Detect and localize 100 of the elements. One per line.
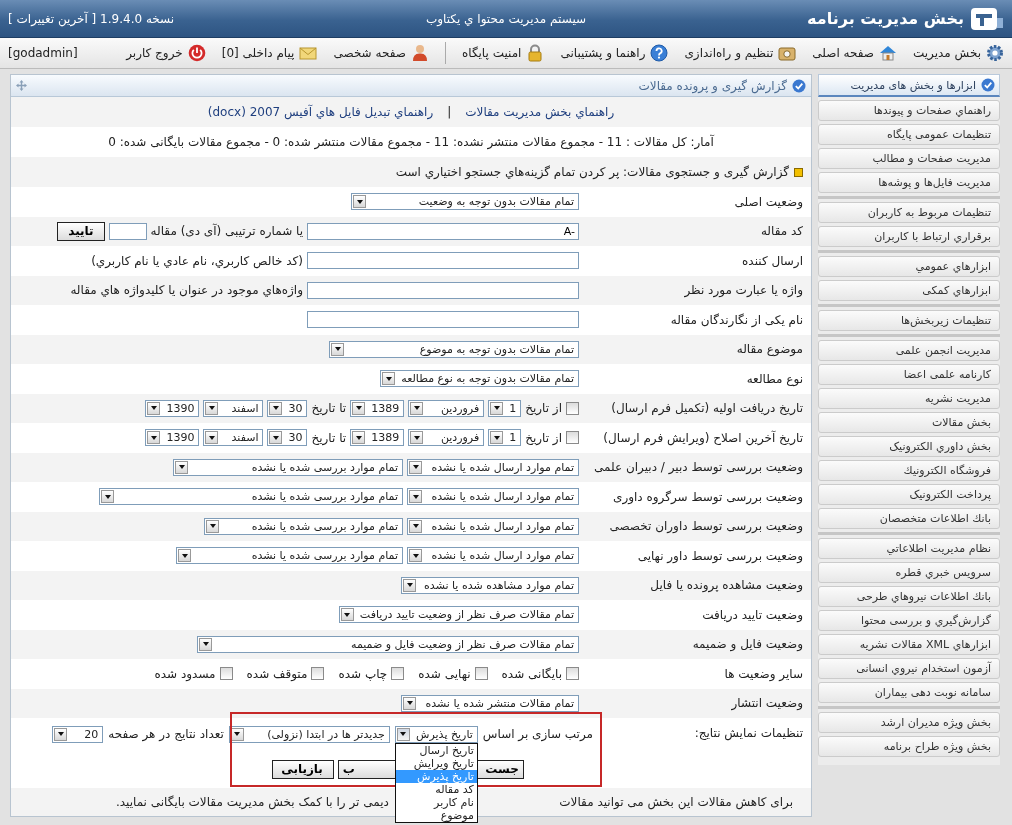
dropdown-option[interactable]: تاریخ ارسال bbox=[395, 743, 477, 757]
dropdown[interactable]: تمام موارد ارسال شده یا نشده bbox=[407, 517, 579, 535]
checkbox[interactable] bbox=[566, 431, 579, 445]
dropdown[interactable]: فروردین bbox=[408, 429, 485, 447]
checkbox[interactable] bbox=[566, 667, 579, 681]
dropdown[interactable]: تمام مقالات بدون توجه به وضعیت bbox=[351, 193, 579, 211]
field-label: تنظیمات نمایش نتایج: bbox=[693, 725, 804, 743]
dropdown[interactable]: 30 bbox=[267, 399, 308, 417]
toolbar-link[interactable]: تنظیم و راه‌اندازی bbox=[684, 44, 797, 62]
checkbox[interactable] bbox=[566, 401, 579, 415]
dropdown[interactable]: تمام مقالات صرف نظر از وضعیت تایید دریافت bbox=[338, 606, 579, 624]
dropdown[interactable]: 1 bbox=[488, 429, 522, 447]
toolbar-link[interactable]: بخش مدیریت bbox=[913, 44, 1004, 62]
text-field[interactable]: A- bbox=[307, 222, 579, 240]
dropdown[interactable]: اسفند bbox=[203, 399, 264, 417]
dropdown[interactable]: فروردین bbox=[408, 399, 485, 417]
sidebar-item[interactable]: تنظیمات زیربخش‌ها bbox=[818, 310, 1000, 331]
dropdown[interactable]: جدیدتر ها در ابتدا (نزولی) bbox=[228, 725, 390, 743]
sidebar-item[interactable]: فروشگاه الکترونیك bbox=[818, 460, 1000, 481]
dropdown[interactable]: تاریخ پذیرش bbox=[394, 725, 478, 743]
form-button[interactable]: بازیابی bbox=[271, 759, 334, 779]
sidebar-item[interactable]: بخش ویژه طراح برنامه bbox=[818, 736, 1000, 757]
dropdown[interactable]: 30 bbox=[267, 429, 308, 447]
dropdown[interactable]: تمام موارد ارسال شده یا نشده bbox=[407, 547, 579, 565]
dropdown[interactable]: تمام موارد مشاهده شده یا نشده bbox=[401, 576, 579, 594]
toolbar-link[interactable]: پیام داخلی [0] bbox=[221, 44, 318, 62]
checkbox[interactable] bbox=[219, 667, 233, 681]
sidebar-item[interactable]: آزمون استخدام نیروي انسانی bbox=[818, 658, 1000, 679]
dropdown[interactable]: 1389 bbox=[350, 429, 405, 447]
move-icon[interactable] bbox=[16, 80, 27, 91]
sidebar-item[interactable]: مدیریت نشریه bbox=[818, 388, 1000, 409]
confirm-button[interactable]: تایید bbox=[57, 221, 105, 241]
text-field[interactable] bbox=[307, 252, 579, 270]
dropdown[interactable]: 1390 bbox=[145, 399, 200, 417]
sidebar-item[interactable]: تنظیمات مربوط به کاربران bbox=[818, 202, 1000, 223]
checkbox[interactable] bbox=[474, 667, 488, 681]
sidebar-item[interactable]: ابزارهاي کمکی bbox=[818, 280, 1000, 301]
toolbar-link[interactable]: امنیت پایگاه bbox=[461, 44, 545, 62]
toolbar-link[interactable]: صفحه اصلی bbox=[812, 44, 897, 62]
checkbox[interactable] bbox=[391, 667, 405, 681]
field-label: وضعیت بررسی توسط داوران تخصصی bbox=[608, 519, 804, 534]
checkbox[interactable] bbox=[311, 667, 325, 681]
field-hint: تعداد نتایج در هر صفحه bbox=[108, 727, 224, 741]
dropdown[interactable]: تمام مقالات بدون توجه به نوع مطالعه bbox=[380, 370, 579, 388]
dropdown-option[interactable]: کد مقاله bbox=[395, 782, 477, 796]
sidebar-item[interactable]: بانك اطلاعات نیروهاي طرحی bbox=[818, 586, 1000, 607]
help-link[interactable]: راهنماي بخش مدیریت مقالات bbox=[465, 105, 615, 119]
sidebar-item[interactable]: بخش ویژه مدیران ارشد bbox=[818, 712, 1000, 733]
toolbar-link[interactable]: خروج کاربر bbox=[126, 44, 206, 62]
sidebar-item[interactable]: بانك اطلاعات متخصصان bbox=[818, 508, 1000, 529]
sidebar-item[interactable]: راهنماي صفحات و پیوندها bbox=[818, 100, 1000, 121]
app-title: بخش مدیریت برنامه bbox=[807, 9, 964, 28]
sidebar-item[interactable]: نظام مدیریت اطلاعاتي bbox=[818, 538, 1000, 559]
dropdown[interactable]: تمام موارد ارسال شده یا نشده bbox=[407, 488, 579, 506]
checkbox-label: نهایی شده bbox=[418, 666, 471, 681]
sidebar-item[interactable]: ابزارهاي عمومي bbox=[818, 256, 1000, 277]
dropdown[interactable]: تمام موارد بررسی شده یا نشده bbox=[204, 517, 403, 535]
text-field[interactable] bbox=[108, 222, 147, 240]
dropdown[interactable]: تمام مقالات بدون توجه به موضوع bbox=[329, 340, 579, 358]
sidebar-item[interactable]: تنظیمات عمومی پایگاه bbox=[818, 124, 1000, 145]
sidebar-item[interactable]: بخش مقالات bbox=[818, 412, 1000, 433]
sidebar-item[interactable]: سرويس خبري قطره bbox=[818, 562, 1000, 583]
sidebar-item[interactable]: برقراري ارتباط با کاربران bbox=[818, 226, 1000, 247]
dropdown[interactable]: تمام موارد بررسی شده یا نشده bbox=[99, 488, 403, 506]
bullet-icon bbox=[794, 167, 803, 177]
dropdown[interactable]: 1389 bbox=[350, 399, 405, 417]
checkbox-label: متوقف شده bbox=[246, 666, 308, 681]
sidebar-item[interactable]: گزارش‌گیري و بررسی محتوا bbox=[818, 610, 1000, 631]
field-label: سایر وضعیت ها bbox=[723, 666, 804, 681]
dropdown-option[interactable]: موضوع bbox=[395, 808, 477, 822]
help-link[interactable]: راهنماي تبدیل فایل هاي آفیس 2007 (docx) bbox=[207, 105, 434, 119]
dropdown[interactable]: تمام موارد بررسی شده یا نشده bbox=[173, 458, 403, 476]
toolbar-link[interactable]: راهنما و پشتیبانی bbox=[560, 44, 669, 62]
box-icon bbox=[778, 44, 797, 62]
dropdown[interactable]: تمام مقالات صرف نظر از وضعیت فایل و ضمیمه bbox=[197, 635, 579, 653]
dropdown[interactable]: 1 bbox=[488, 399, 522, 417]
field-hint: مرتب سازی بر اساس bbox=[482, 727, 593, 741]
dropdown[interactable]: 1390 bbox=[145, 429, 200, 447]
dropdown[interactable]: اسفند bbox=[203, 429, 264, 447]
sidebar-item[interactable]: ابزارهاي XML مقالات نشریه bbox=[818, 634, 1000, 655]
sidebar-item[interactable]: بخش داوري الکترونیک bbox=[818, 436, 1000, 457]
sidebar-item[interactable]: پرداخت الکترونیک bbox=[818, 484, 1000, 505]
sidebar-item[interactable]: کارنامه علمی اعضا bbox=[818, 364, 1000, 385]
sidebar-item[interactable]: مدیریت صفحات و مطالب bbox=[818, 148, 1000, 169]
text-field[interactable] bbox=[307, 281, 579, 299]
dropdown[interactable]: تمام مقالات منتشر شده یا نشده bbox=[401, 694, 579, 712]
dropdown[interactable]: تمام موارد ارسال شده یا نشده bbox=[407, 458, 579, 476]
sidebar-item[interactable]: سامانه نوبت دهی بیماران bbox=[818, 682, 1000, 703]
dropdown-option[interactable]: نام کاربر bbox=[395, 795, 477, 809]
lock-icon bbox=[526, 44, 545, 62]
text-field[interactable] bbox=[307, 311, 579, 329]
sidebar-item[interactable]: مدیریت فایل‌ها و پوشه‌ها bbox=[818, 172, 1000, 193]
field-label: واژه یا عبارت مورد نظر bbox=[683, 283, 804, 298]
toolbar-link[interactable]: صفحه شخصی bbox=[333, 44, 429, 62]
dropdown[interactable]: 20 bbox=[52, 725, 104, 743]
field-label: نام یکی از نگارندگان مقاله bbox=[669, 312, 804, 327]
dropdown[interactable]: تمام موارد بررسی شده یا نشده bbox=[176, 547, 403, 565]
sidebar-item[interactable]: مدیریت انجمن علمی bbox=[818, 340, 1000, 361]
stats-text: آمار: کل مقالات : 11 - مجموع مقالات منتشر نشده: 11 - مجموع مقالات منتشر شده: 0 - مجموع مقالات بایگانی شده: 0 bbox=[108, 135, 714, 149]
section-header[interactable]: ابزارها و بخش های مدیریت bbox=[818, 74, 1000, 97]
